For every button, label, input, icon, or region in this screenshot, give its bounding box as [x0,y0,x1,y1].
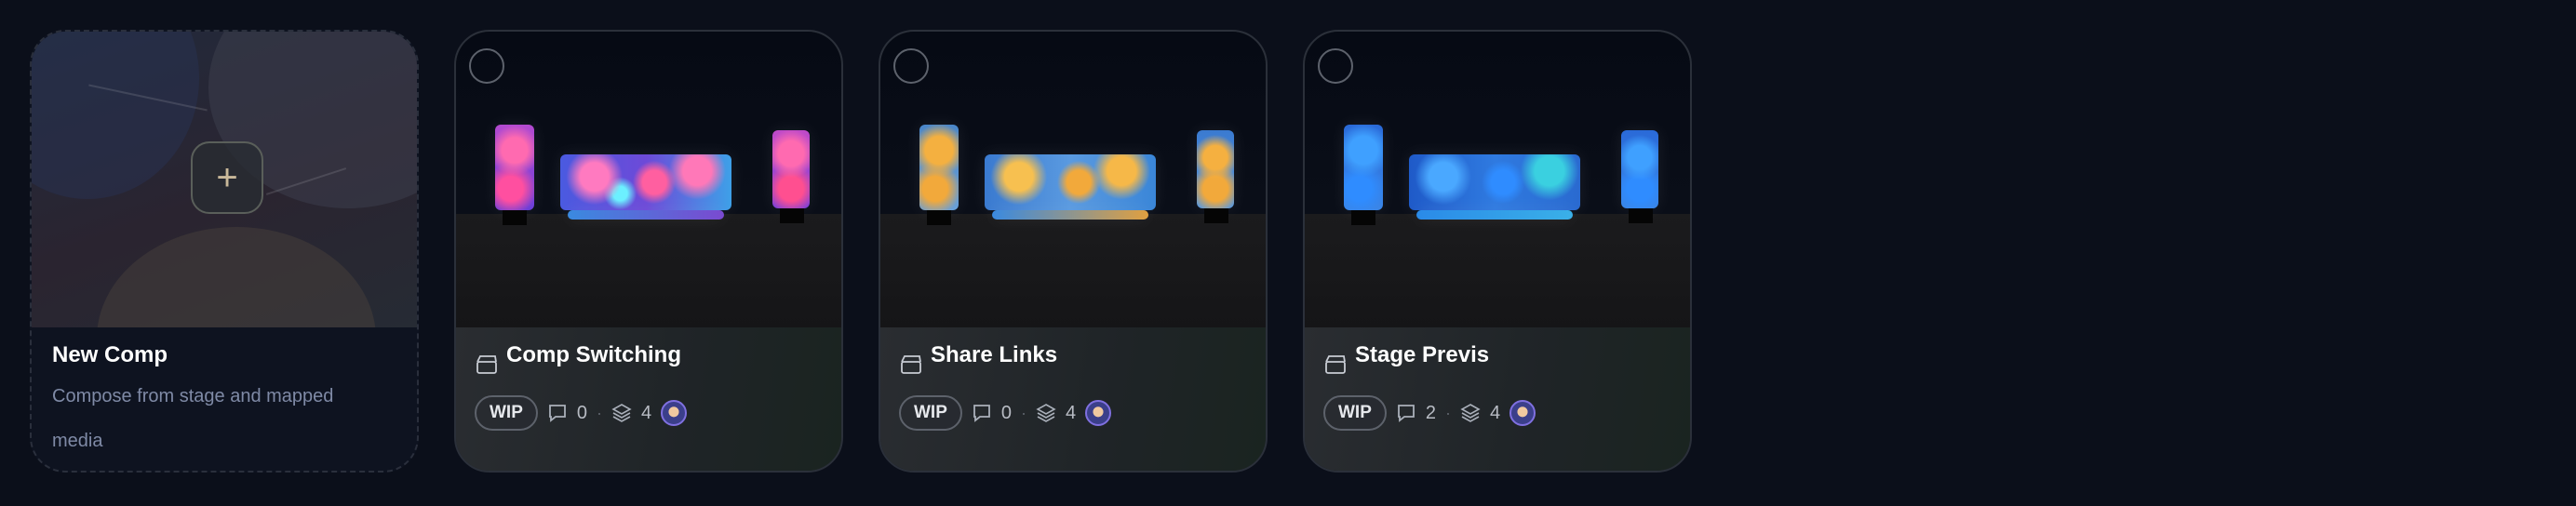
new-comp-title: New Comp [52,342,168,367]
clapperboard-icon [901,355,921,374]
separator-dot: · [597,403,603,422]
status-badge: WIP [1323,395,1387,431]
select-circle-icon[interactable] [893,48,929,84]
user-avatar[interactable] [661,400,688,426]
new-comp-card[interactable]: + New Comp Compose from stage and mapped… [30,30,419,473]
comment-count: 0 [1000,402,1013,423]
user-avatar[interactable] [1509,400,1536,426]
separator-dot: · [1445,403,1452,422]
user-avatar[interactable] [1085,400,1112,426]
new-comp-subtitle: Compose from stage and mapped media [52,386,334,451]
comp-thumbnail [880,32,1266,327]
clapperboard-icon [476,355,497,374]
comment-icon [548,405,566,422]
comment-icon [973,405,990,422]
comp-card[interactable]: Stage Previs WIP 2 · 4 [1303,30,1692,473]
comp-card[interactable]: Share Links WIP 0 · 4 [879,30,1268,473]
comment-icon [1397,405,1415,422]
layer-count: 4 [641,402,652,423]
clapperboard-icon [1325,355,1346,374]
comment-count: 0 [576,402,588,423]
plus-icon[interactable]: + [191,141,263,214]
status-badge: WIP [475,395,538,431]
comp-thumbnail [456,32,841,327]
layers-icon [1036,404,1056,422]
separator-dot: · [1021,403,1027,422]
layer-count: 4 [1490,402,1501,423]
comp-meta: WIP 0 · 4 [475,394,688,432]
comp-title: Share Links [931,342,1058,367]
comp-title: Stage Previs [1355,342,1490,367]
select-circle-icon[interactable] [1318,48,1353,84]
comp-card[interactable]: Comp Switching WIP 0 · 4 [454,30,843,473]
layers-icon [611,404,632,422]
layers-icon [1460,404,1481,422]
comp-title: Comp Switching [506,342,681,367]
layer-count: 4 [1066,402,1077,423]
comp-meta: WIP 0 · 4 [899,394,1112,432]
comp-meta: WIP 2 · 4 [1323,394,1536,432]
new-comp-thumbnail: + [32,32,417,327]
comp-thumbnail [1305,32,1690,327]
status-badge: WIP [899,395,962,431]
select-circle-icon[interactable] [469,48,504,84]
comment-count: 2 [1425,402,1437,423]
